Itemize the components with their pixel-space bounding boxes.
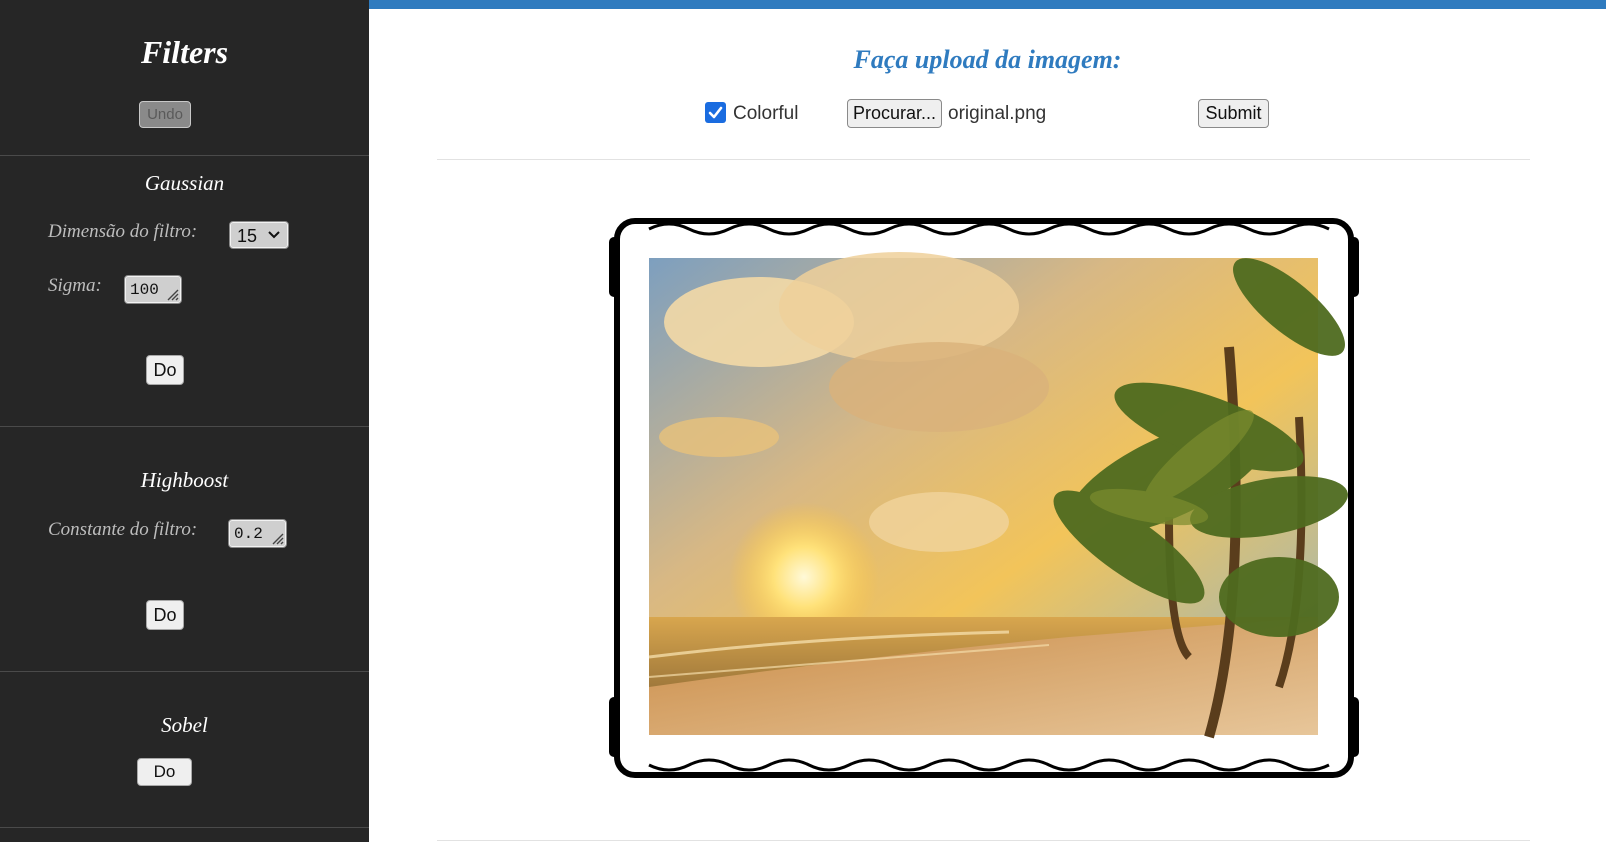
divider xyxy=(0,671,369,672)
sobel-do-button[interactable]: Do xyxy=(137,758,192,786)
undo-button[interactable]: Undo xyxy=(139,101,191,128)
highboost-do-button[interactable]: Do xyxy=(146,600,184,630)
divider xyxy=(0,155,369,156)
browse-file-button[interactable]: Procurar... xyxy=(847,99,942,128)
upload-title: Faça upload da imagem: xyxy=(853,45,1122,74)
divider xyxy=(437,840,1530,841)
submit-button[interactable]: Submit xyxy=(1198,99,1269,128)
sigma-value: 100 xyxy=(130,281,159,299)
dimension-select[interactable]: 15 xyxy=(229,221,289,249)
colorful-label: Colorful xyxy=(733,103,799,124)
filters-sidebar: Filters Undo Gaussian Dimensão do filtro… xyxy=(0,0,369,842)
constant-value: 0.2 xyxy=(234,525,263,543)
beach-photo xyxy=(648,252,1348,739)
sigma-label: Sigma: xyxy=(48,275,102,296)
divider xyxy=(437,159,1530,160)
constant-label: Constante do filtro: xyxy=(48,519,198,540)
highboost-title: Highboost xyxy=(140,468,229,492)
chevron-down-icon xyxy=(268,231,280,239)
dimension-value: 15 xyxy=(237,226,258,246)
sigma-input[interactable]: 100 xyxy=(124,275,182,304)
divider xyxy=(0,827,369,828)
top-accent-bar xyxy=(369,0,1606,9)
gaussian-title: Gaussian xyxy=(144,171,225,195)
colorful-checkbox[interactable] xyxy=(705,102,726,123)
sobel-title: Sobel xyxy=(161,713,208,737)
dimension-label: Dimensão do filtro: xyxy=(48,221,198,242)
resize-grip-icon[interactable] xyxy=(163,285,179,301)
resize-grip-icon[interactable] xyxy=(268,529,284,545)
gaussian-do-button[interactable]: Do xyxy=(146,355,184,385)
result-image xyxy=(609,218,1359,778)
selected-file-name: original.png xyxy=(948,103,1047,124)
constant-input[interactable]: 0.2 xyxy=(228,519,287,548)
checkmark-icon xyxy=(708,106,723,119)
sidebar-title: Filters xyxy=(140,34,229,70)
divider xyxy=(0,426,369,427)
